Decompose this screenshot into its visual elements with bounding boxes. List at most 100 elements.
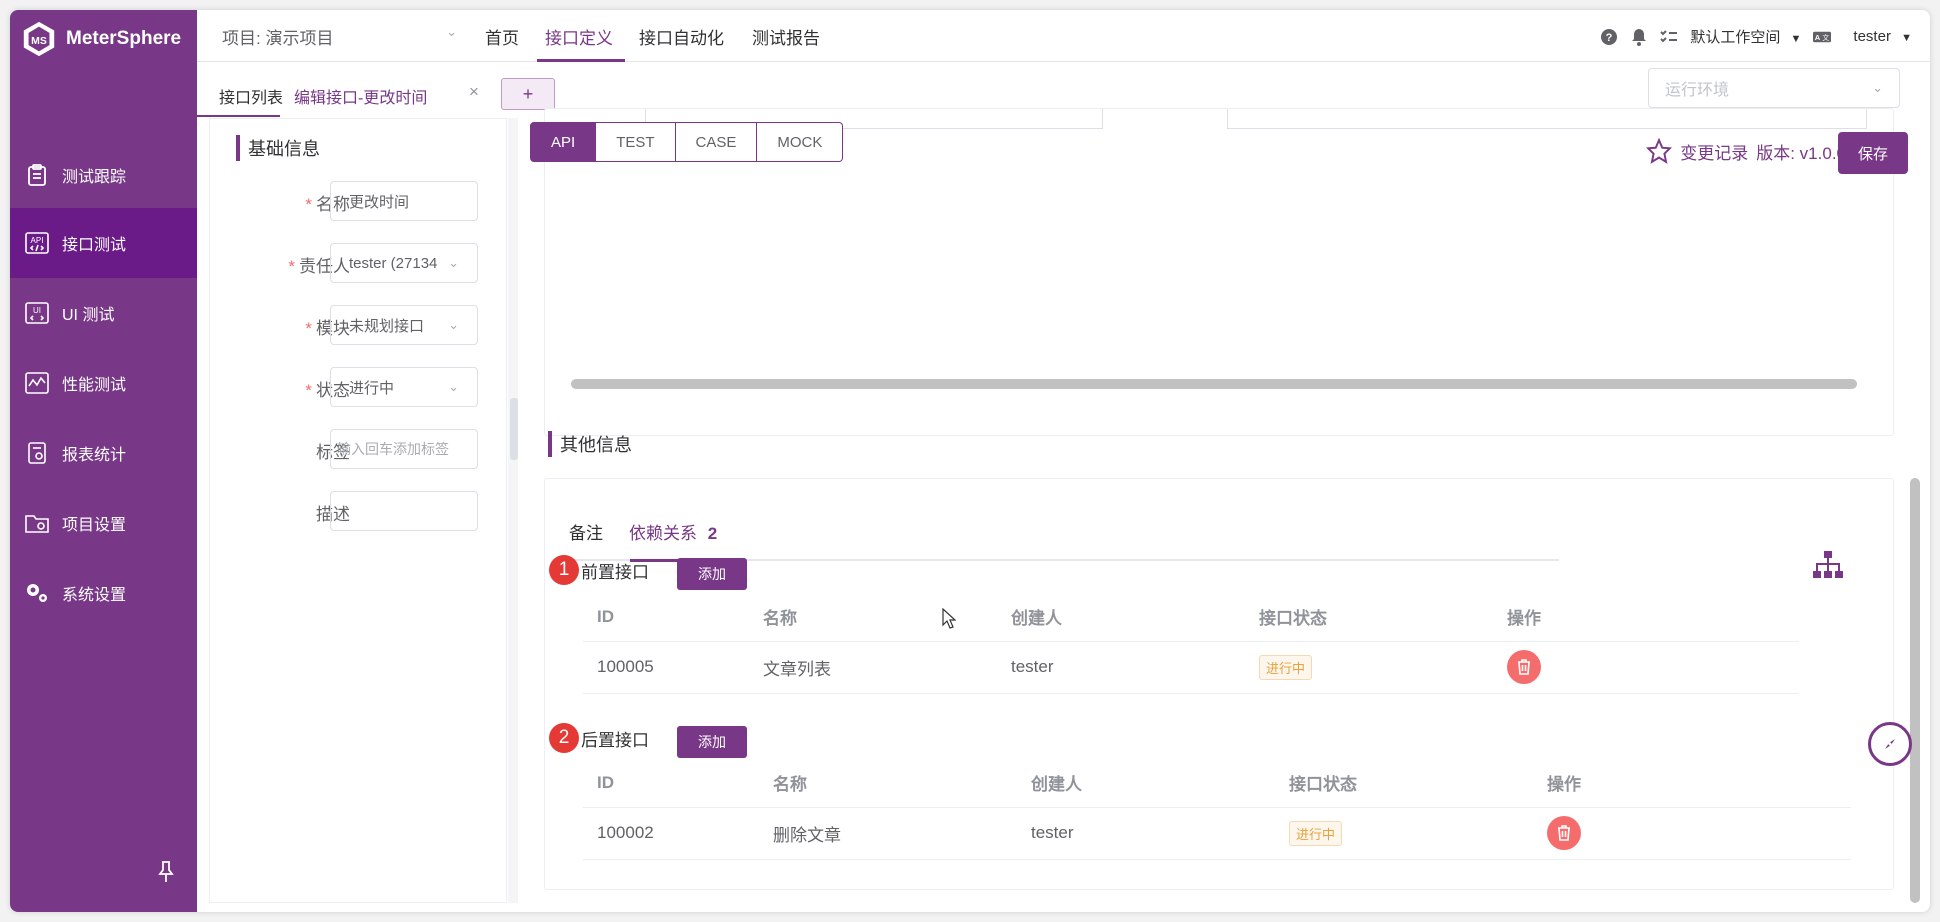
compass-icon[interactable] — [1868, 722, 1912, 766]
main-content: API TEST CASE MOCK 变更记录 版本: v1.0.0 保存 其他… — [518, 108, 1908, 903]
cell-actions — [1493, 641, 1799, 694]
column-header: 名称 — [749, 593, 997, 642]
vertical-scrollbar[interactable] — [1910, 478, 1920, 903]
tab-active-indicator — [110, 115, 280, 117]
module-select[interactable]: 未规划接口 ⌄ — [330, 305, 478, 345]
column-header: 操作 — [1533, 759, 1851, 808]
panel-divider — [508, 118, 518, 903]
column-header: 操作 — [1493, 593, 1799, 642]
other-info-heading: 其他信息 — [548, 431, 632, 457]
svg-text:API: API — [31, 236, 44, 245]
description-textarea[interactable] — [330, 491, 478, 531]
post-interface-heading: 2 后置接口 — [549, 723, 649, 753]
bell-icon[interactable] — [1630, 28, 1648, 46]
tab-api[interactable]: API — [530, 122, 597, 162]
basic-info-heading: 基础信息 — [236, 135, 320, 161]
pre-interface-heading: 1 前置接口 — [549, 555, 649, 585]
delete-button[interactable] — [1507, 650, 1541, 684]
tab-case[interactable]: CASE — [675, 122, 758, 162]
sidebar-item-project-settings[interactable]: 项目设置 — [10, 488, 197, 558]
user-name: tester — [1853, 28, 1891, 45]
sidebar-item-label: 接口测试 — [62, 237, 127, 254]
task-list-icon[interactable] — [1660, 28, 1678, 46]
tab-remark[interactable]: 备注 — [569, 519, 603, 544]
workspace-select[interactable]: 默认工作空间 ▼ — [1690, 26, 1801, 47]
form-row-name: * 名称 更改时间 — [210, 181, 508, 221]
table-header-row: ID 名称 创建人 接口状态 操作 — [583, 759, 1851, 808]
clipboard-icon — [24, 162, 50, 188]
add-post-interface-button[interactable]: 添加 — [677, 726, 747, 758]
nav-home[interactable]: 首页 — [485, 24, 519, 49]
star-icon[interactable] — [1646, 138, 1673, 164]
gears-icon — [24, 580, 50, 606]
form-row-tags: 标签 输入回车添加标签 — [210, 429, 508, 469]
pre-interface-title: 前置接口 — [581, 562, 649, 582]
section-title: 基础信息 — [248, 139, 320, 159]
tab-api-list[interactable]: 接口列表 — [219, 84, 283, 108]
svg-text:文: 文 — [1823, 33, 1830, 42]
chevron-down-icon: ⌄ — [448, 255, 459, 270]
table-header-row: ID 名称 创建人 接口状态 操作 — [583, 593, 1799, 642]
sidebar-item-performance-test[interactable]: 性能测试 — [10, 348, 197, 418]
sidebar-item-report[interactable]: 报表统计 — [10, 418, 197, 488]
trash-icon — [1518, 659, 1530, 675]
section-title: 其他信息 — [560, 435, 632, 455]
version-label: 版本: v1.0.0 — [1756, 143, 1846, 163]
add-pre-interface-button[interactable]: 添加 — [677, 558, 747, 590]
form-row-description: 描述 — [210, 491, 508, 531]
status-select[interactable]: 进行中 ⌄ — [330, 367, 478, 407]
nav-api-definition[interactable]: 接口定义 — [545, 24, 613, 49]
project-name: 项目: 演示项目 — [222, 29, 334, 48]
column-header: 接口状态 — [1275, 759, 1533, 808]
mode-tabs: API TEST CASE MOCK — [530, 122, 844, 162]
folder-settings-icon — [24, 510, 50, 536]
environment-select[interactable]: 运行环境 ⌄ — [1648, 68, 1900, 108]
chevron-down-icon: ⌄ — [1872, 80, 1883, 95]
cell-id: 100005 — [583, 641, 749, 694]
svg-text:UI: UI — [33, 306, 41, 315]
nav-api-automation[interactable]: 接口自动化 — [639, 24, 724, 49]
svg-text:MS: MS — [31, 36, 47, 47]
dependency-graph-icon[interactable] — [1811, 551, 1845, 579]
sidebar-item-api-test[interactable]: API 接口测试 — [10, 208, 197, 278]
sidebar-item-test-track[interactable]: 测试跟踪 — [10, 140, 197, 210]
delete-button[interactable] — [1547, 816, 1581, 850]
chevron-down-icon: ⌄ — [446, 24, 457, 39]
trash-icon — [1558, 825, 1570, 841]
name-input[interactable]: 更改时间 — [330, 181, 478, 221]
sidebar-item-ui-test[interactable]: UI UI 测试 — [10, 278, 197, 348]
close-icon[interactable]: × — [469, 82, 479, 102]
owner-select[interactable]: tester (27134 ⌄ — [330, 243, 478, 283]
sidebar: MS MeterSphere 测试跟踪 API 接口测试 UI UI 测试 性能… — [10, 10, 197, 912]
table-row: 100005 文章列表 tester 进行中 — [583, 641, 1799, 694]
project-select[interactable]: 项目: 演示项目 ⌄ — [222, 24, 457, 49]
ui-icon: UI — [24, 300, 50, 326]
save-button[interactable]: 保存 — [1838, 132, 1908, 174]
help-icon[interactable]: ? — [1600, 28, 1618, 46]
caret-down-icon: ▼ — [1901, 32, 1912, 44]
tab-dependency[interactable]: 依赖关系 2 — [629, 519, 717, 544]
language-icon[interactable]: A文 — [1813, 28, 1832, 46]
pin-icon[interactable] — [156, 860, 176, 884]
cell-creator: tester — [997, 641, 1245, 694]
column-header: ID — [583, 593, 749, 642]
tab-edit-api[interactable]: 编辑接口-更改时间 — [294, 84, 427, 108]
collapse-handle[interactable] — [510, 398, 518, 460]
logo[interactable]: MS MeterSphere — [20, 18, 181, 60]
form-row-status: * 状态 进行中 ⌄ — [210, 367, 508, 407]
nav-test-report[interactable]: 测试报告 — [752, 24, 820, 49]
horizontal-scrollbar[interactable] — [571, 379, 1857, 389]
app-window: MS MeterSphere 测试跟踪 API 接口测试 UI UI 测试 性能… — [10, 10, 1930, 912]
environment-placeholder: 运行环境 — [1665, 82, 1730, 99]
sidebar-item-system-settings[interactable]: 系统设置 — [10, 558, 197, 628]
step-badge: 2 — [549, 723, 579, 753]
add-tab-button[interactable]: + — [501, 78, 555, 110]
chevron-down-icon: ⌄ — [448, 317, 459, 332]
tags-input[interactable]: 输入回车添加标签 — [330, 429, 478, 469]
tab-mock[interactable]: MOCK — [757, 122, 844, 162]
cell-name: 删除文章 — [759, 807, 1017, 860]
tab-test[interactable]: TEST — [596, 122, 676, 162]
request-field — [1227, 109, 1867, 129]
changelog-link[interactable]: 变更记录 版本: v1.0.0 — [1646, 138, 1846, 164]
user-menu[interactable]: tester ▼ — [1853, 28, 1912, 45]
